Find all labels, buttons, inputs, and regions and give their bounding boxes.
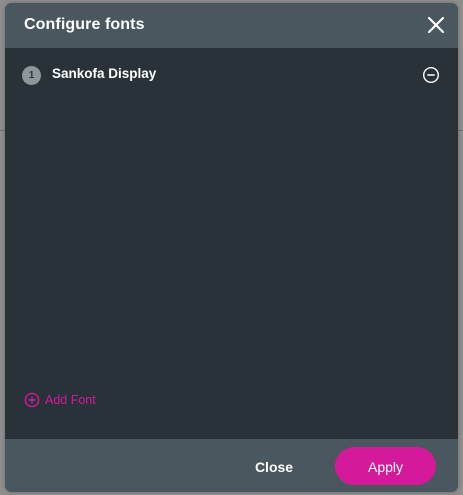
configure-fonts-dialog: Configure fonts 1 Sankofa Display Add Fo… [5, 3, 458, 492]
dialog-header: Configure fonts [5, 3, 458, 48]
dialog-title: Configure fonts [24, 16, 145, 33]
add-font-label: Add Font [45, 393, 96, 407]
minus-circle-icon[interactable] [422, 66, 440, 84]
font-list-item: 1 Sankofa Display [22, 63, 440, 89]
plus-circle-icon [24, 392, 40, 408]
font-name: Sankofa Display [52, 66, 157, 81]
close-icon[interactable] [426, 15, 446, 35]
add-font-button[interactable]: Add Font [24, 391, 96, 409]
dialog-footer: Close Apply [5, 439, 458, 492]
close-button[interactable]: Close [239, 453, 309, 479]
apply-button[interactable]: Apply [335, 447, 436, 485]
font-index-badge: 1 [22, 66, 41, 85]
